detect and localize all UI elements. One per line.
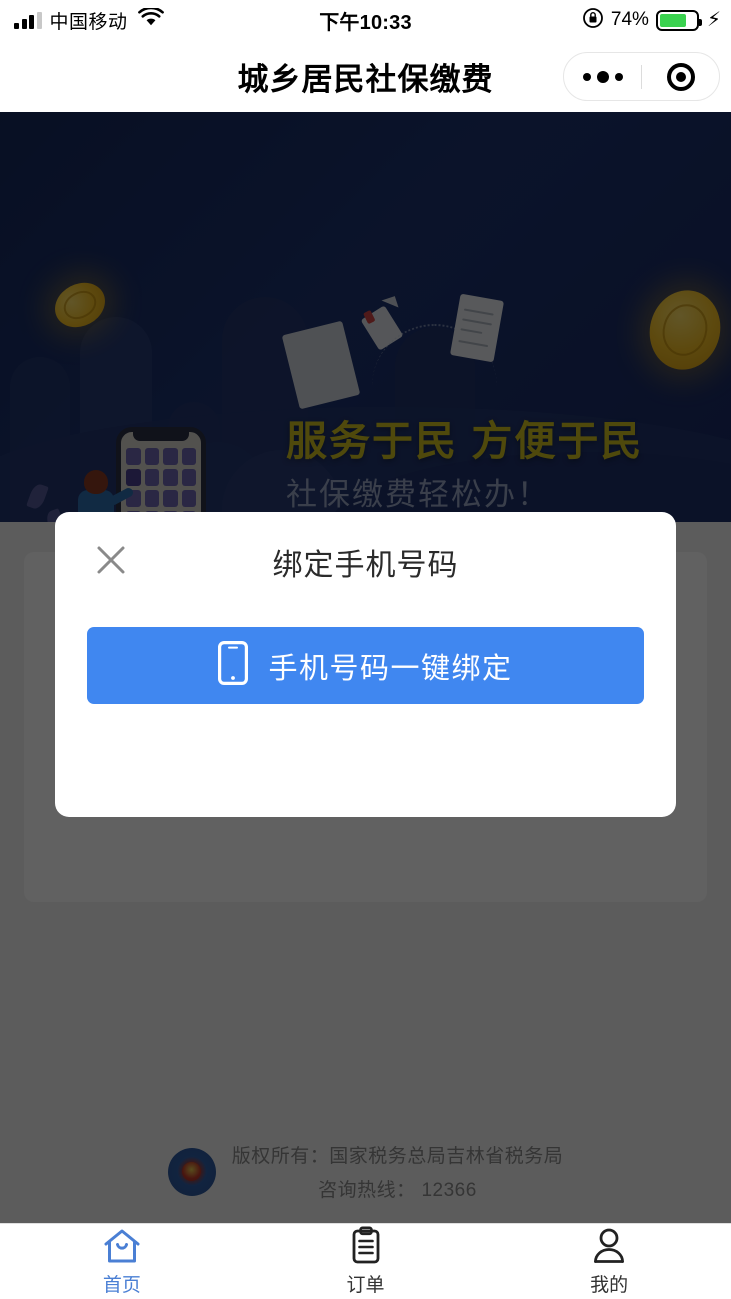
bind-phone-button[interactable]: 手机号码一键绑定: [87, 627, 644, 704]
tab-home[interactable]: 首页: [0, 1224, 244, 1299]
mobile-phone-icon: [218, 641, 249, 690]
wechat-capsule[interactable]: [563, 52, 720, 101]
clipboard-icon: [352, 1226, 379, 1264]
tab-orders[interactable]: 订单: [244, 1224, 488, 1299]
modal-header: 绑定手机号码: [55, 512, 676, 607]
battery-percent-label: 74%: [610, 9, 649, 30]
modal-title: 绑定手机号码: [272, 549, 459, 582]
status-bar: 中国移动 下午10:33 74% ⚡: [0, 0, 731, 40]
tab-profile[interactable]: 我的: [487, 1224, 731, 1299]
navigation-bar: 城乡居民社保缴费: [0, 40, 731, 112]
app-root: 中国移动 下午10:33 74% ⚡ 城乡居民社保缴费 绑定手机号码 手机号码一…: [0, 0, 731, 1299]
rotation-lock-icon: [582, 7, 604, 34]
tab-orders-label: 订单: [346, 1275, 385, 1296]
person-icon: [594, 1228, 625, 1263]
bind-phone-button-label: 手机号码一键绑定: [268, 652, 513, 685]
more-dots-icon[interactable]: [564, 70, 641, 83]
tab-profile-label: 我的: [590, 1275, 629, 1296]
target-circle-icon[interactable]: [642, 62, 719, 91]
status-bar-right: 74% ⚡: [582, 0, 721, 40]
bottom-tab-bar: 首页 订单 我的: [0, 1223, 731, 1299]
bind-phone-modal: 绑定手机号码 手机号码一键绑定: [55, 512, 676, 817]
charging-bolt-icon: ⚡: [706, 9, 721, 31]
tab-home-label: 首页: [102, 1275, 141, 1296]
battery-icon: [655, 9, 702, 31]
home-icon: [104, 1229, 140, 1263]
